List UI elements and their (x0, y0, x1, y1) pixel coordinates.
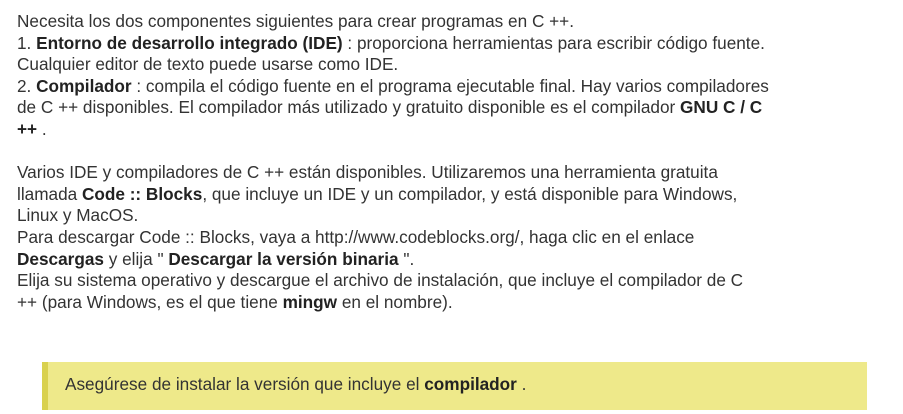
paragraph2-line1: Varios IDE y compiladores de C ++ están … (17, 162, 718, 183)
list-item-ide: 1. Entorno de desarrollo integrado (IDE)… (17, 33, 897, 55)
article-body: Necesita los dos componentes siguientes … (17, 11, 897, 313)
text-segment: y elija " (103, 248, 169, 269)
list-item-compiler-cont: de C ++ disponibles. El compilador más u… (17, 97, 897, 119)
term-descargas: Descargas (17, 248, 104, 269)
term-gnu-cont: ++ (17, 118, 38, 139)
paragraph2-line3: Linux y MacOS. (17, 205, 139, 226)
paragraph2-line2: llamada Code :: Blocks, que incluye un I… (17, 184, 897, 206)
paragraph2-line7: ++ (para Windows, es el que tiene mingw … (17, 292, 897, 314)
note-text: Asegúrese de instalar la versión que inc… (65, 374, 425, 394)
text-segment: llamada (17, 183, 82, 204)
text-segment: en el nombre). (337, 291, 453, 312)
term-mingw: mingw (282, 291, 338, 312)
item-text: de C ++ disponibles. El compilador más u… (17, 97, 681, 118)
note-end: . (516, 374, 527, 394)
list-item-ide-cont: Cualquier editor de texto puede usarse c… (17, 54, 399, 75)
term-codeblocks: Code :: Blocks (81, 183, 203, 204)
list-item-compiler-end: ++ . (17, 119, 897, 141)
item-text: : compila el código fuente en el program… (131, 75, 769, 96)
paragraph2-line5: Descargas y elija " Descargar la versión… (17, 249, 897, 271)
term-binary-version: Descargar la versión binaria (168, 248, 399, 269)
note-callout: Asegúrese de instalar la versión que inc… (42, 362, 867, 410)
item-number: 2. (17, 75, 37, 96)
intro-line: Necesita los dos componentes siguientes … (17, 11, 574, 31)
item-text: : proporciona herramientas para escribir… (342, 32, 765, 53)
list-item-compiler: 2. Compilador : compila el código fuente… (17, 76, 897, 98)
term-gnu: GNU C / C (680, 97, 763, 118)
paragraph2-line6: Elija su sistema operativo y descargue e… (17, 270, 744, 291)
text-segment: ++ (para Windows, es el que tiene (17, 291, 283, 312)
paragraph2-line4: Para descargar Code :: Blocks, vaya a ht… (17, 226, 695, 247)
text-segment: , que incluye un IDE y un compilador, y … (202, 183, 738, 204)
item-end: . (37, 118, 47, 139)
term-ide: Entorno de desarrollo integrado (IDE) (36, 32, 343, 53)
text-segment: ". (398, 248, 415, 269)
term-compiler: Compilador (36, 75, 132, 96)
item-number: 1. (17, 32, 37, 53)
term-compilador: compilador (424, 374, 517, 394)
